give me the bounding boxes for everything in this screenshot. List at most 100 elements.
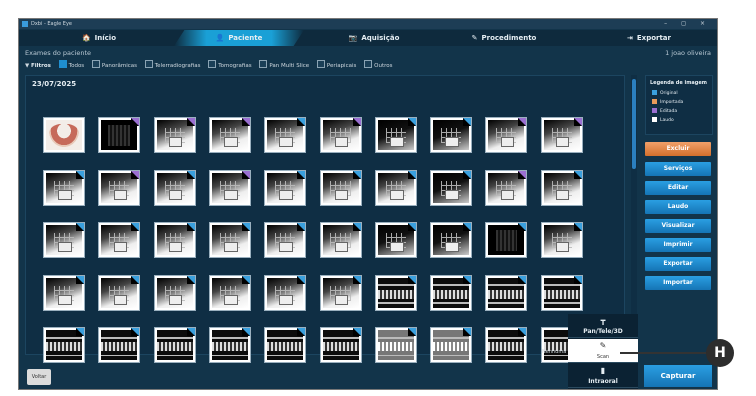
exam-thumbnail[interactable] bbox=[540, 274, 583, 311]
scrollbar-thumb[interactable] bbox=[632, 79, 636, 169]
filter-checkbox-telerradiografias[interactable] bbox=[144, 60, 153, 68]
exam-thumbnail[interactable] bbox=[153, 169, 196, 206]
status-corner bbox=[463, 223, 472, 231]
exam-thumbnail[interactable] bbox=[208, 117, 251, 153]
laudo-button[interactable]: Laudo bbox=[645, 200, 711, 214]
servicos-button[interactable]: Serviços bbox=[645, 162, 711, 176]
legend-item-importada: Importada bbox=[652, 99, 683, 105]
exam-thumbnail[interactable] bbox=[264, 274, 307, 311]
filter-checkbox-pan-multi-slice[interactable] bbox=[259, 60, 268, 68]
exam-thumbnail[interactable] bbox=[485, 169, 528, 206]
exam-thumbnail[interactable] bbox=[485, 222, 528, 258]
filter-icon: ▼ bbox=[25, 63, 30, 69]
exam-thumbnail[interactable] bbox=[430, 117, 473, 153]
tab-paciente[interactable]: 👤 Paciente bbox=[174, 30, 304, 46]
exam-thumbnail[interactable] bbox=[374, 169, 417, 206]
edit-icon: ✎ bbox=[471, 34, 478, 42]
pano-layer bbox=[433, 336, 470, 339]
exportar-button[interactable]: Exportar bbox=[645, 257, 711, 271]
exam-thumbnail[interactable] bbox=[153, 274, 196, 311]
exam-thumbnail[interactable] bbox=[319, 169, 362, 206]
exam-thumbnail[interactable] bbox=[43, 169, 85, 206]
exam-thumbnail[interactable] bbox=[208, 169, 251, 206]
exam-thumbnail[interactable] bbox=[43, 274, 85, 311]
capture-option-scan[interactable]: ✎ Scan bbox=[568, 339, 638, 363]
importar-button[interactable]: Importar bbox=[645, 276, 711, 290]
exam-thumbnail[interactable] bbox=[208, 274, 251, 311]
window-controls[interactable]: – ◻ × bbox=[664, 19, 711, 29]
exam-thumbnail[interactable] bbox=[540, 222, 583, 258]
tab-aquisicao[interactable]: 📷 Aquisição bbox=[314, 30, 434, 46]
exam-thumbnail[interactable] bbox=[374, 327, 417, 363]
exam-thumbnail[interactable] bbox=[153, 327, 196, 363]
exam-thumbnail[interactable] bbox=[153, 222, 196, 258]
filter-bar: ▼ Filtros Todos Panorâmicas Telerradiogr… bbox=[25, 60, 392, 70]
exam-thumbnail[interactable] bbox=[430, 274, 473, 311]
exam-thumbnail[interactable] bbox=[98, 327, 141, 363]
tab-inicio[interactable]: 🏠 Início bbox=[49, 30, 149, 46]
exam-thumbnail[interactable] bbox=[98, 222, 141, 258]
exam-thumbnail[interactable] bbox=[374, 274, 417, 311]
exam-thumbnail[interactable] bbox=[430, 169, 473, 206]
filter-checkbox-periapicais[interactable] bbox=[316, 60, 325, 68]
imprimir-button[interactable]: Imprimir bbox=[645, 238, 711, 252]
exam-thumbnail[interactable] bbox=[98, 169, 141, 206]
status-corner bbox=[573, 275, 582, 284]
status-corner bbox=[297, 328, 306, 336]
exam-thumbnail[interactable] bbox=[208, 327, 251, 363]
filter-checkbox-outros[interactable] bbox=[364, 60, 373, 68]
exam-thumbnail[interactable] bbox=[43, 327, 85, 363]
pano-layer bbox=[543, 284, 580, 287]
capture-option-pan-tele-3d[interactable]: ┳ Pan/Tele/3D bbox=[568, 314, 638, 338]
ceph-marker bbox=[445, 242, 459, 253]
exam-thumbnail[interactable] bbox=[485, 274, 528, 311]
visualizar-button[interactable]: Visualizar bbox=[645, 219, 711, 233]
filter-checkbox-todos[interactable] bbox=[58, 60, 67, 68]
tab-procedimento[interactable]: ✎ Procedimento bbox=[439, 30, 569, 46]
exam-thumbnail[interactable] bbox=[98, 274, 141, 311]
status-corner bbox=[241, 328, 250, 336]
exam-thumbnail[interactable] bbox=[98, 117, 141, 153]
exam-thumbnail[interactable] bbox=[319, 327, 362, 363]
pano-layer bbox=[211, 336, 248, 339]
exam-thumbnail[interactable] bbox=[485, 327, 528, 363]
exam-thumbnail[interactable] bbox=[264, 169, 307, 206]
capturar-button[interactable]: Capturar bbox=[644, 365, 712, 387]
exam-thumbnail[interactable] bbox=[540, 117, 583, 153]
editar-button[interactable]: Editar bbox=[645, 181, 711, 195]
exam-thumbnail[interactable] bbox=[264, 222, 307, 258]
status-corner bbox=[241, 275, 250, 284]
exam-thumbnail[interactable] bbox=[208, 222, 251, 258]
exam-thumbnail[interactable] bbox=[43, 222, 85, 258]
filter-checkbox-tomografias[interactable] bbox=[208, 60, 217, 68]
exam-thumbnail[interactable] bbox=[430, 327, 473, 363]
status-corner bbox=[573, 170, 582, 179]
ceph-marker bbox=[279, 189, 293, 200]
exam-thumbnail[interactable] bbox=[374, 222, 417, 258]
exam-thumbnail[interactable] bbox=[430, 222, 473, 258]
exam-thumbnail[interactable] bbox=[319, 117, 362, 153]
exam-thumbnail[interactable] bbox=[485, 117, 528, 153]
status-corner bbox=[76, 328, 84, 336]
tab-exportar[interactable]: ⇥ Exportar bbox=[594, 30, 704, 46]
filter-checkbox-panoramicas[interactable] bbox=[91, 60, 100, 68]
gallery-scrollbar[interactable] bbox=[631, 75, 637, 353]
voltar-button[interactable]: Voltar bbox=[27, 369, 51, 385]
exam-thumbnail[interactable] bbox=[319, 222, 362, 258]
exam-thumbnail[interactable] bbox=[540, 169, 583, 206]
pano-layer bbox=[488, 284, 525, 287]
exam-thumbnail[interactable] bbox=[43, 117, 85, 153]
filter-label-periapicais: Periapicais bbox=[326, 63, 357, 69]
status-corner bbox=[463, 328, 472, 336]
filter-label-tomografias: Tomografias bbox=[218, 63, 252, 69]
exam-thumbnail[interactable] bbox=[153, 117, 196, 153]
app-icon bbox=[22, 21, 28, 27]
exam-thumbnail[interactable] bbox=[319, 274, 362, 311]
capture-option-intraoral[interactable]: ▮ Intraoral bbox=[568, 364, 638, 388]
ceph-marker bbox=[279, 242, 293, 253]
exam-thumbnail[interactable] bbox=[264, 327, 307, 363]
exam-thumbnail[interactable] bbox=[374, 117, 417, 153]
exam-thumbnail[interactable] bbox=[264, 117, 307, 153]
excluir-button[interactable]: Excluir bbox=[645, 142, 711, 156]
image-legend: Legenda de imagem Original Importada Edi… bbox=[645, 75, 713, 135]
